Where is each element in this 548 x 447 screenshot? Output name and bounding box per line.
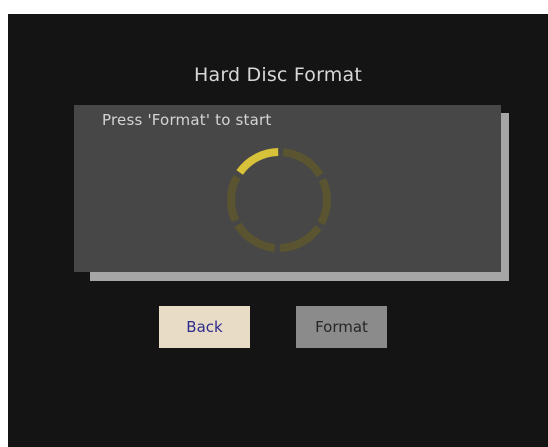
dialog-title: Hard Disc Format [194,64,362,86]
tv-screen: Hard Disc Format Press 'Format' to start… [8,14,548,447]
progress-segment [279,225,322,252]
format-panel: Press 'Format' to start [74,105,501,272]
format-prompt: Press 'Format' to start [102,111,272,129]
progress-segment [227,174,241,222]
progress-segment [282,148,324,178]
back-button[interactable]: Back [159,306,250,348]
format-button[interactable]: Format [296,306,387,348]
progress-spinner-icon [227,148,331,252]
progress-segment [236,148,279,175]
progress-segment [317,178,331,226]
progress-segment [234,222,276,252]
